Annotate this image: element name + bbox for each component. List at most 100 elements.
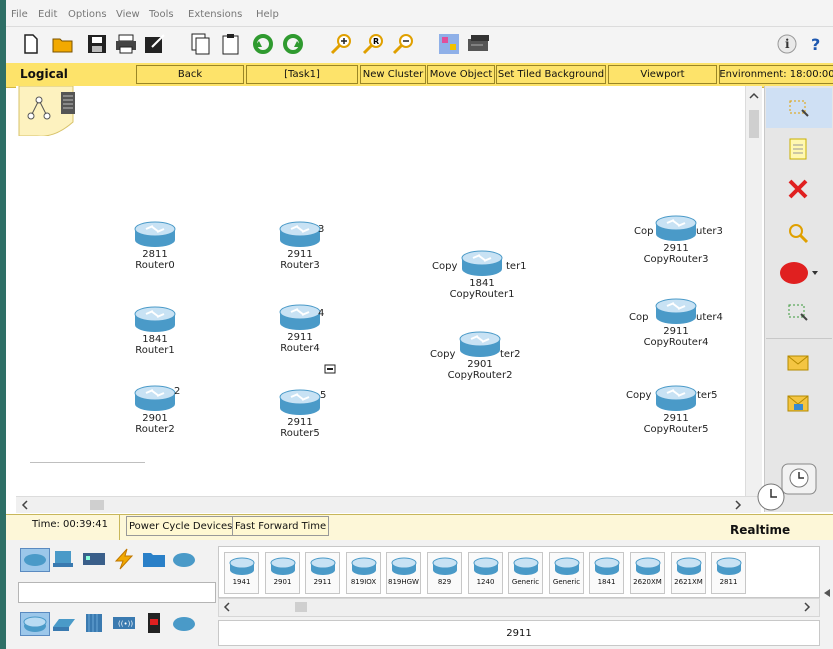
router-router3[interactable]: 2911 Router3 [250,217,350,271]
network-devices-category[interactable] [20,548,50,572]
device-name: CopyRouter3 [643,254,709,265]
wan-emulation-subcategory[interactable] [170,612,198,634]
router-model-item[interactable]: Generic [549,552,584,594]
menu-file[interactable]: File [11,9,28,20]
end-devices-category[interactable] [50,548,78,570]
move-object-button[interactable]: Move Object [427,65,495,84]
router-copyrouter2[interactable]: 2901 CopyRouter2 [430,327,530,381]
router-router2[interactable]: 2901 Router2 [105,381,205,435]
miscellaneous-category[interactable] [140,548,168,570]
wan-cloud-icon [173,617,195,631]
power-cycle-devices-button[interactable]: Power Cycle Devices [126,516,236,536]
task-button[interactable]: [Task1] [246,65,358,84]
new-file-button[interactable] [18,30,44,58]
routers-subcategory[interactable] [20,612,50,636]
inspect-note-tool[interactable] [776,132,820,166]
router-model-icon [473,557,498,575]
complex-pdu-icon [787,395,809,412]
components-category[interactable] [80,548,108,570]
set-tiled-background-button[interactable]: Set Tiled Background [496,65,606,84]
menu-options[interactable]: Options [68,9,107,20]
router-icon [655,215,697,241]
router-model-icon [594,557,619,575]
draw-shape-tool[interactable] [776,256,820,290]
model-list-scrollbar[interactable] [218,598,820,617]
activity-wizard-button[interactable] [142,30,168,58]
router-model-item[interactable]: 2811 [711,552,746,594]
realtime-mode-button[interactable] [756,482,786,512]
router-model-icon [432,557,457,575]
router-model-item[interactable]: 2621XM [671,552,706,594]
router-model-icon [716,557,741,575]
menu-tools[interactable]: Tools [149,9,174,20]
router-icon [461,250,503,276]
router-icon [279,221,321,247]
workspace-vertical-scrollbar[interactable] [745,86,762,496]
router-model-item[interactable]: 1941 [224,552,259,594]
menu-help[interactable]: Help [256,9,279,20]
back-button[interactable]: Back [136,65,244,84]
select-tool[interactable] [766,88,832,128]
router-copyrouter1[interactable]: 1841 CopyRouter1 [432,246,532,300]
help-button[interactable]: ? [804,30,830,58]
router-model-item[interactable]: 1841 [589,552,624,594]
copy-button[interactable] [188,30,214,58]
print-button[interactable] [113,30,139,58]
workspace-mode-label[interactable]: Logical [20,67,68,81]
panel-collapse-arrow-icon[interactable] [822,588,832,598]
multiuser-category[interactable] [170,548,198,570]
custom-device-button[interactable] [466,30,492,58]
redo-button[interactable] [280,30,306,58]
workspace-horizontal-scrollbar[interactable] [16,496,761,513]
zoom-out-button[interactable] [390,30,416,58]
add-simple-pdu-tool[interactable] [776,346,820,380]
inspect-tool[interactable] [776,216,820,250]
router-copyrouter3[interactable]: 2911 CopyRouter3 [626,211,726,265]
delete-tool[interactable] [776,172,820,206]
add-complex-pdu-tool[interactable] [776,386,820,420]
router-model-item[interactable]: 1240 [468,552,503,594]
router-router4[interactable]: 2911 Router4 [250,300,350,354]
palette-button[interactable] [436,30,462,58]
magnifier-icon [789,224,809,244]
stopwatch-icon [757,483,785,511]
hubs-subcategory[interactable] [80,612,108,634]
router-icon [134,306,176,332]
new-cluster-button[interactable]: New Cluster [360,65,426,84]
wireless-subcategory[interactable]: ((•)) [110,612,138,634]
router-model-item[interactable]: 829 [427,552,462,594]
router-model-item[interactable]: Generic [508,552,543,594]
fast-forward-time-button[interactable]: Fast Forward Time [232,516,330,536]
device-search-input[interactable] [18,582,216,603]
paste-button[interactable] [218,30,244,58]
logical-navigation-tab[interactable] [17,85,75,137]
router-model-item[interactable]: 819HGW [386,552,421,594]
router-copyrouter5[interactable]: 2911 CopyRouter5 [626,381,726,435]
resize-shape-tool[interactable] [776,296,820,330]
open-button[interactable] [50,30,76,58]
router-router0[interactable]: 2811 Router0 [105,217,205,271]
info-button[interactable]: i [774,30,800,58]
router-model-item[interactable]: 2620XM [630,552,665,594]
menu-edit[interactable]: Edit [38,9,57,20]
connections-category[interactable] [110,548,138,570]
viewport-button[interactable]: Viewport [608,65,717,84]
router-copyrouter4[interactable]: 2911 CopyRouter4 [626,294,726,348]
router-model-item[interactable]: 2911 [305,552,340,594]
menu-view[interactable]: View [116,9,140,20]
device-model: 2811 [142,249,168,260]
undo-button[interactable] [250,30,276,58]
router-router5[interactable]: 2911 Router5 [250,385,350,439]
zoom-reset-button[interactable]: R [360,30,386,58]
switches-subcategory[interactable] [50,612,78,634]
router-model-item[interactable]: 2901 [265,552,300,594]
activity-wizard-icon [145,34,165,53]
environment-button[interactable]: Environment: 18:00:00 [719,65,833,84]
router-model-item[interactable]: 819IOX [346,552,381,594]
router-model-label: 819IOX [350,578,377,586]
menu-extensions[interactable]: Extensions [188,9,242,20]
zoom-in-button[interactable] [328,30,354,58]
router-router1[interactable]: 1841 Router1 [105,302,205,356]
security-subcategory[interactable] [140,612,168,634]
save-button[interactable] [84,30,110,58]
